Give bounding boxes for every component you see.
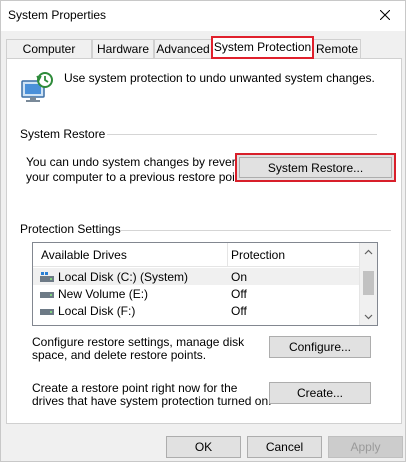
- chevron-down-icon: [364, 314, 373, 319]
- section-divider: [107, 134, 377, 135]
- system-restore-button[interactable]: System Restore...: [235, 153, 396, 182]
- tab-hardware[interactable]: Hardware: [92, 39, 154, 59]
- system-drive-icon: [40, 272, 54, 282]
- drive-name: Local Disk (C:) (System): [58, 270, 189, 284]
- drive-row[interactable]: Local Disk (F:) Off: [33, 302, 359, 319]
- cancel-button[interactable]: Cancel: [247, 436, 322, 458]
- drive-protection-status: On: [231, 270, 248, 284]
- system-restore-button-label: System Restore...: [267, 160, 364, 175]
- system-properties-window: System Properties Computer Name Hardware…: [0, 0, 406, 462]
- tab-strip: Computer Name Hardware Advanced System P…: [6, 36, 402, 74]
- system-restore-label: System Restore: [20, 127, 109, 141]
- intro-text: Use system protection to undo unwanted s…: [64, 71, 375, 85]
- column-header-protection[interactable]: Protection: [231, 248, 285, 262]
- title-bar[interactable]: System Properties: [1, 1, 405, 31]
- drives-list-header: Available Drives Protection: [33, 243, 359, 267]
- ok-button[interactable]: OK: [166, 436, 241, 458]
- scroll-thumb[interactable]: [363, 271, 374, 295]
- system-restore-text: You can undo system changes by reverting…: [26, 155, 256, 184]
- configure-button[interactable]: Configure...: [269, 336, 371, 358]
- drive-row[interactable]: Local Disk (C:) (System) On: [33, 268, 359, 285]
- drive-name: New Volume (E:): [58, 287, 149, 301]
- tab-system-protection[interactable]: System Protection: [211, 36, 314, 59]
- create-text: Create a restore point right now for the…: [32, 381, 272, 408]
- tab-advanced[interactable]: Advanced: [154, 39, 212, 59]
- chevron-up-icon: [364, 249, 373, 254]
- drive-icon: [40, 309, 54, 315]
- scroll-up-button[interactable]: [360, 243, 377, 260]
- drive-icon: [40, 292, 54, 298]
- close-button[interactable]: [373, 4, 397, 26]
- create-button[interactable]: Create...: [269, 382, 371, 404]
- drive-protection-status: Off: [231, 304, 247, 318]
- drive-row[interactable]: New Volume (E:) Off: [33, 285, 359, 302]
- configure-text: Configure restore settings, manage disk …: [32, 335, 245, 362]
- tab-computer-name[interactable]: Computer Name: [6, 39, 92, 74]
- drive-protection-status: Off: [231, 287, 247, 301]
- system-protection-panel: Use system protection to undo unwanted s…: [6, 58, 402, 424]
- drive-name: Local Disk (F:): [58, 304, 136, 318]
- window-title: System Properties: [8, 8, 107, 22]
- section-divider: [121, 230, 391, 231]
- tab-remote[interactable]: Remote: [313, 39, 361, 59]
- column-header-drives[interactable]: Available Drives: [41, 248, 127, 262]
- apply-button[interactable]: Apply: [328, 436, 403, 458]
- drives-list[interactable]: Available Drives Protection Local Disk (…: [32, 242, 378, 326]
- drives-scrollbar[interactable]: [359, 243, 377, 325]
- system-protection-icon: [21, 72, 53, 102]
- close-icon: [380, 10, 390, 20]
- column-divider: [227, 243, 228, 267]
- protection-settings-label: Protection Settings: [20, 222, 124, 236]
- scroll-down-button[interactable]: [360, 308, 377, 325]
